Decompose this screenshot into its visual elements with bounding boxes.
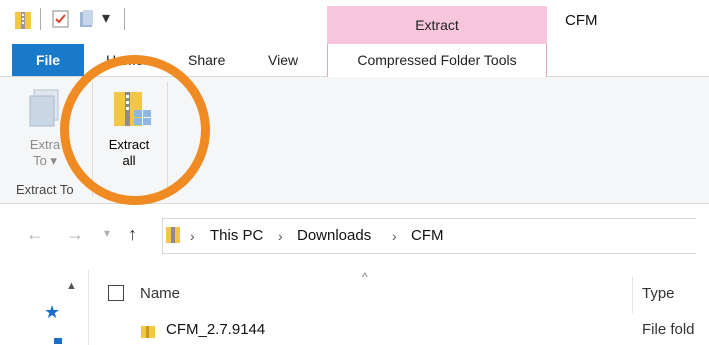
recent-locations-icon[interactable]: ▾ bbox=[104, 226, 110, 240]
select-all-checkbox[interactable] bbox=[108, 285, 124, 301]
qat-separator-2 bbox=[124, 8, 125, 30]
breadcrumb-separator-icon: › bbox=[190, 228, 195, 244]
breadcrumb-this-pc[interactable]: This PC bbox=[210, 227, 263, 244]
forward-arrow-icon[interactable]: → bbox=[66, 224, 84, 245]
tab-view[interactable]: View bbox=[268, 44, 298, 76]
tab-file[interactable]: File bbox=[12, 44, 84, 76]
back-arrow-icon[interactable]: ← bbox=[26, 224, 44, 245]
column-header-type[interactable]: Type bbox=[642, 285, 675, 302]
customize-qat-icon[interactable]: ▾ bbox=[102, 8, 110, 28]
folder-icon bbox=[140, 323, 156, 344]
breadcrumb-downloads[interactable]: Downloads bbox=[297, 227, 371, 244]
breadcrumb-separator-icon: › bbox=[278, 228, 283, 244]
breadcrumb-separator-icon: › bbox=[392, 228, 397, 244]
sort-indicator-icon: ^ bbox=[362, 270, 368, 284]
group-label-extract-to: Extract To bbox=[16, 182, 74, 197]
column-header-name[interactable]: Name bbox=[140, 285, 180, 302]
tab-share[interactable]: Share bbox=[188, 44, 225, 76]
new-folder-icon[interactable] bbox=[78, 9, 96, 34]
tab-compressed-folder-tools[interactable]: Compressed Folder Tools bbox=[327, 44, 547, 77]
table-row[interactable]: CFM_2.7.9144 File fold bbox=[106, 316, 709, 344]
address-folder-icon bbox=[166, 226, 180, 249]
highlight-circle bbox=[60, 55, 210, 205]
qat-separator bbox=[40, 8, 41, 30]
folder-zip-icon bbox=[14, 10, 32, 35]
quick-access-star-icon[interactable]: ★ bbox=[44, 302, 60, 323]
breadcrumb-cfm[interactable]: CFM bbox=[411, 227, 444, 244]
file-type: File fold bbox=[642, 321, 695, 338]
window-title: CFM bbox=[565, 12, 598, 29]
context-tab-extract: Extract bbox=[327, 6, 547, 44]
column-divider[interactable] bbox=[632, 277, 633, 313]
scroll-up-icon[interactable]: ▲ bbox=[66, 280, 77, 292]
nav-item-icon[interactable] bbox=[54, 338, 62, 344]
file-name: CFM_2.7.9144 bbox=[166, 321, 266, 338]
up-arrow-icon[interactable]: ↑ bbox=[128, 224, 137, 245]
properties-icon[interactable] bbox=[52, 9, 70, 34]
